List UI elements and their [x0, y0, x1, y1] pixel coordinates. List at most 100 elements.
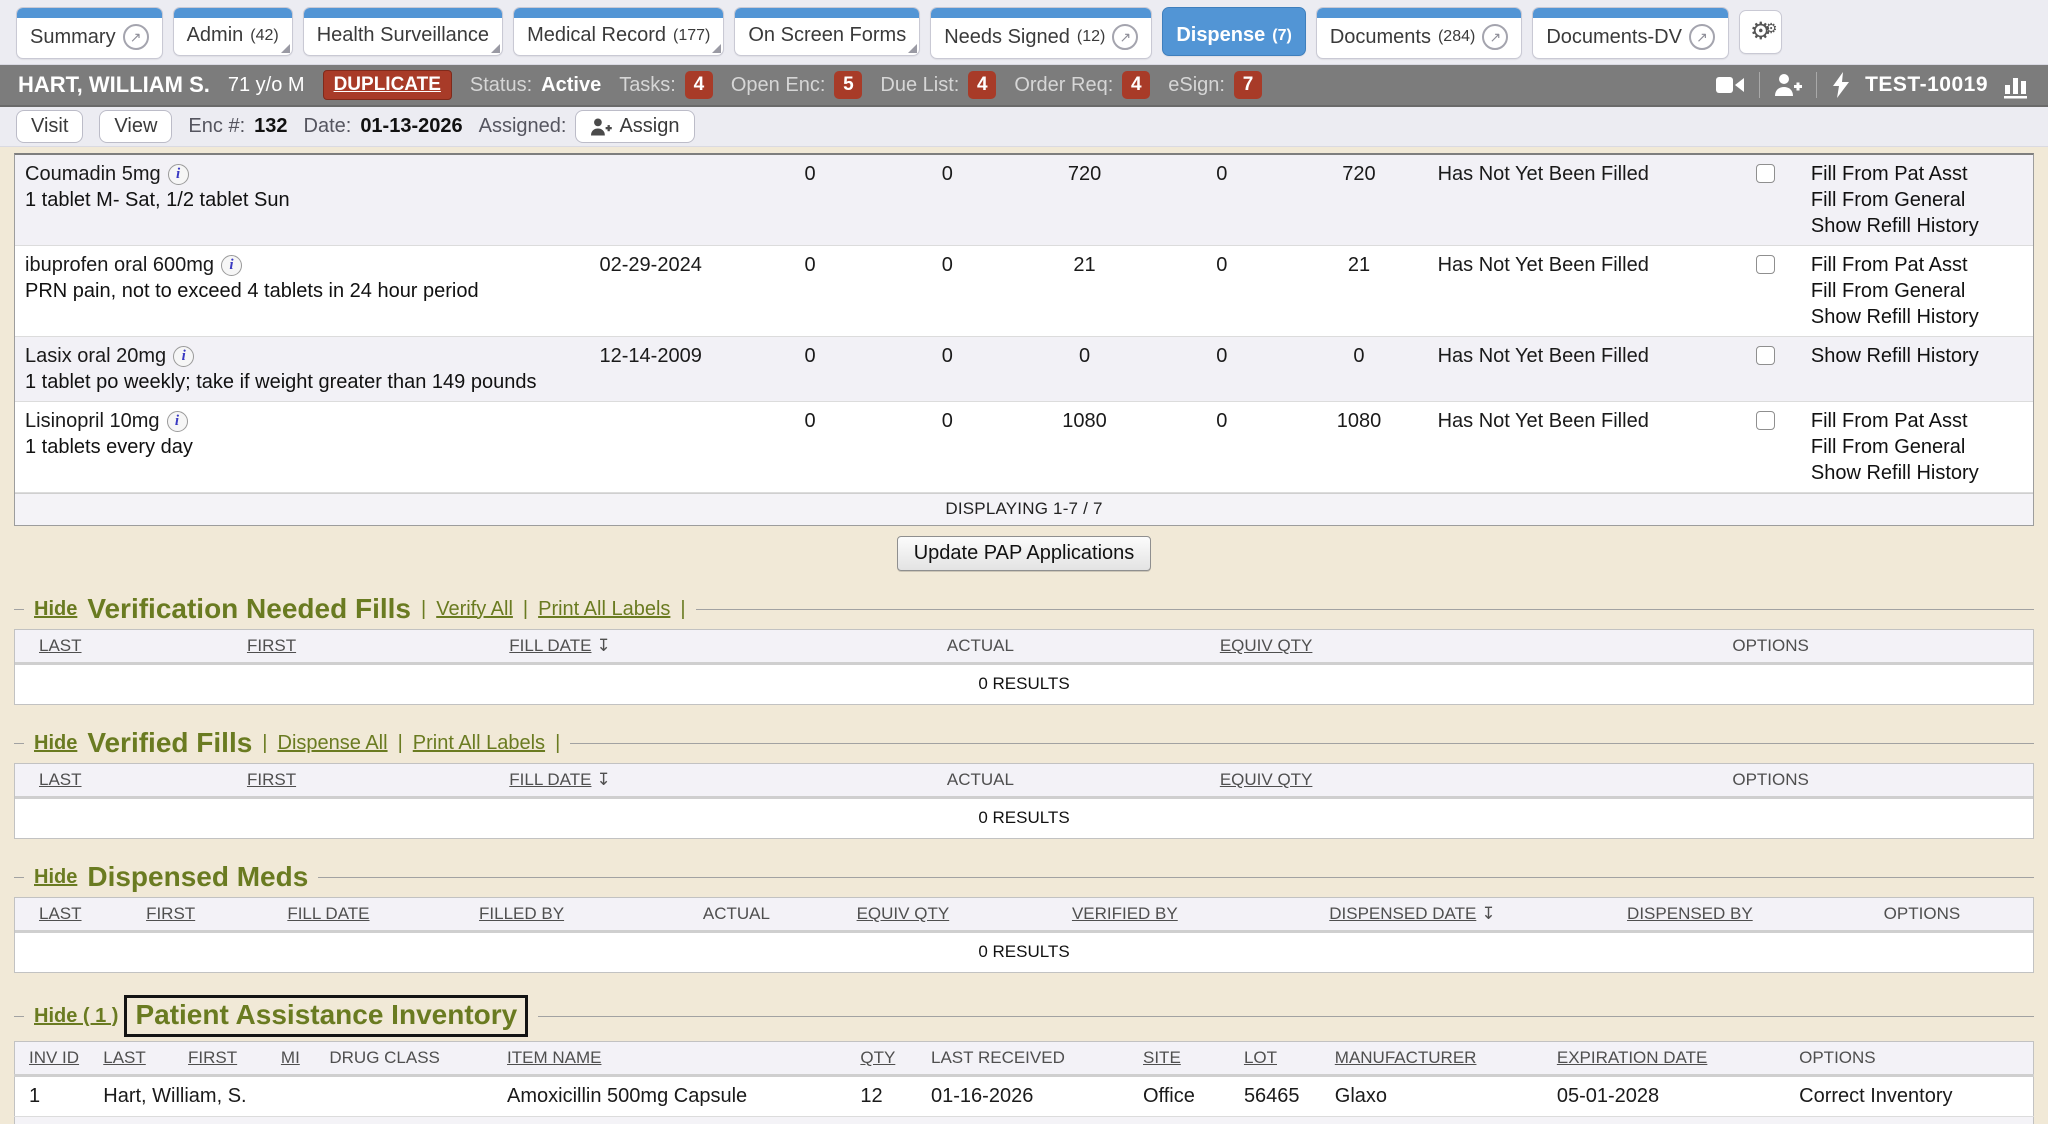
column-header-item-name[interactable]: ITEM NAME: [499, 1042, 852, 1076]
column-header-dispensed-date[interactable]: DISPENSED DATE↧: [1256, 904, 1569, 924]
external-link-icon[interactable]: ↗: [1112, 24, 1138, 50]
fill-from-pat-asst-link[interactable]: Fill From Pat Asst: [1811, 408, 2023, 434]
medications-panel: Coumadin 5mgi 1 tablet M- Sat, 1/2 table…: [14, 153, 2034, 526]
correct-inventory-link[interactable]: Correct Inventory: [1791, 1076, 2033, 1117]
column-header-inv-id[interactable]: INV ID: [15, 1042, 96, 1076]
show-refill-history-link[interactable]: Show Refill History: [1811, 213, 2023, 239]
tab-on-screen-forms[interactable]: On Screen Forms: [734, 7, 920, 56]
tab-count: (284): [1438, 28, 1475, 46]
column-header-fill-date[interactable]: FILL DATE↧: [499, 770, 822, 790]
external-link-icon[interactable]: ↗: [1482, 24, 1508, 50]
chart-icon[interactable]: [2002, 71, 2030, 99]
hide-patient-assistance-inventory-link[interactable]: Hide ( 1 ): [34, 1005, 118, 1028]
tab-health-surveillance[interactable]: Health Surveillance: [303, 7, 503, 56]
column-header-first[interactable]: FIRST: [237, 636, 499, 656]
column-header-dispensed-by[interactable]: DISPENSED BY: [1569, 904, 1811, 924]
column-header-mi[interactable]: MI: [273, 1042, 321, 1076]
fill-from-pat-asst-link[interactable]: Fill From Pat Asst: [1811, 252, 2023, 278]
hide-dispensed-meds-link[interactable]: Hide: [34, 866, 77, 889]
column-header-verified-by[interactable]: VERIFIED BY: [994, 904, 1256, 924]
tab-needs-signed[interactable]: Needs Signed (12) ↗: [930, 7, 1152, 59]
duplicate-badge[interactable]: DUPLICATE: [323, 70, 452, 100]
table-row: Lisinopril 10mgi 1 tablets every day 0 0…: [15, 402, 2033, 493]
fill-checkbox[interactable]: [1756, 164, 1775, 183]
view-button[interactable]: View: [99, 110, 172, 143]
show-refill-history-link[interactable]: Show Refill History: [1811, 343, 2023, 369]
hide-verified-fills-link[interactable]: Hide: [34, 732, 77, 755]
visit-button[interactable]: Visit: [16, 110, 83, 143]
esign-count-badge[interactable]: 7: [1234, 71, 1262, 99]
fill-from-general-link[interactable]: Fill From General: [1811, 187, 2023, 213]
fill-from-general-link[interactable]: Fill From General: [1811, 434, 2023, 460]
column-header-first[interactable]: FIRST: [136, 904, 277, 924]
fill-from-general-link[interactable]: Fill From General: [1811, 278, 2023, 304]
column-header-lot[interactable]: LOT: [1236, 1042, 1327, 1076]
show-refill-history-link[interactable]: Show Refill History: [1811, 460, 2023, 486]
tab-dispense[interactable]: Dispense (7): [1162, 7, 1306, 56]
print-all-labels-link[interactable]: Print All Labels: [538, 598, 670, 621]
enc-number-value: 132: [254, 115, 287, 138]
order-req-count-badge[interactable]: 4: [1122, 71, 1150, 99]
column-header-equiv-qty[interactable]: EQUIV QTY: [1024, 770, 1508, 790]
tab-medical-record[interactable]: Medical Record (177): [513, 7, 724, 56]
column-header-expiration-date[interactable]: EXPIRATION DATE: [1549, 1042, 1791, 1076]
video-call-icon[interactable]: [1715, 73, 1745, 97]
qty-cell: 0: [879, 337, 1016, 402]
show-refill-history-link[interactable]: Show Refill History: [1811, 304, 2023, 330]
qty-cell: 1080: [1290, 402, 1427, 493]
tab-documents-dv[interactable]: Documents-DV ↗: [1532, 7, 1729, 59]
column-header-fill-date[interactable]: FILL DATE: [277, 904, 469, 924]
column-header-last[interactable]: LAST: [95, 1042, 180, 1076]
open-enc-count-badge[interactable]: 5: [834, 71, 862, 99]
assign-button[interactable]: Assign: [575, 110, 694, 143]
patient-id: TEST-10019: [1865, 73, 1988, 97]
column-header-last[interactable]: LAST: [15, 770, 237, 790]
tab-bar: Summary ↗ Admin (42) Health Surveillance…: [0, 0, 2048, 65]
add-person-icon[interactable]: [1774, 72, 1802, 98]
fill-checkbox[interactable]: [1756, 411, 1775, 430]
tab-settings-gear-button[interactable]: ⚙⚙: [1739, 10, 1783, 54]
column-header-fill-date[interactable]: FILL DATE↧: [499, 636, 822, 656]
tab-label: Dispense: [1176, 24, 1265, 47]
tasks-count-badge[interactable]: 4: [685, 71, 713, 99]
column-header-equiv-qty[interactable]: EQUIV QTY: [1024, 636, 1508, 656]
fill-checkbox[interactable]: [1756, 255, 1775, 274]
column-header-filled-by[interactable]: FILLED BY: [469, 904, 661, 924]
column-header-qty[interactable]: QTY: [852, 1042, 923, 1076]
column-header-site[interactable]: SITE: [1135, 1042, 1236, 1076]
fill-checkbox[interactable]: [1756, 346, 1775, 365]
med-sig: 1 tablets every day: [25, 434, 550, 460]
enc-date-label: Date:: [304, 115, 352, 138]
column-header-last[interactable]: LAST: [15, 636, 237, 656]
column-header-first[interactable]: FIRST: [180, 1042, 273, 1076]
column-header-equiv-qty[interactable]: EQUIV QTY: [812, 904, 994, 924]
verify-all-link[interactable]: Verify All: [436, 598, 513, 621]
order-req-label: Order Req:: [1014, 74, 1113, 97]
column-header-first[interactable]: FIRST: [237, 770, 499, 790]
column-header-manufacturer[interactable]: MANUFACTURER: [1327, 1042, 1549, 1076]
fill-date-cell: 12-14-2009: [560, 337, 742, 402]
separator: |: [523, 598, 528, 621]
info-icon[interactable]: i: [221, 255, 242, 276]
tab-count: (42): [250, 27, 278, 45]
hide-verification-fills-link[interactable]: Hide: [34, 598, 77, 621]
status-label: Status:: [470, 74, 532, 97]
tab-admin[interactable]: Admin (42): [173, 7, 293, 56]
dispense-all-link[interactable]: Dispense All: [278, 732, 388, 755]
update-pap-applications-button[interactable]: Update PAP Applications: [897, 536, 1152, 571]
print-all-labels-link[interactable]: Print All Labels: [413, 732, 545, 755]
tab-label: Needs Signed: [944, 26, 1070, 49]
add-person-icon: [590, 117, 612, 137]
info-icon[interactable]: i: [173, 346, 194, 367]
external-link-icon[interactable]: ↗: [123, 24, 149, 50]
tab-documents[interactable]: Documents (284) ↗: [1316, 7, 1523, 59]
column-header-last[interactable]: LAST: [15, 904, 136, 924]
info-icon[interactable]: i: [168, 164, 189, 185]
results-count: 0 RESULTS: [15, 799, 2033, 838]
tab-summary[interactable]: Summary ↗: [16, 7, 163, 59]
lightning-icon[interactable]: [1831, 71, 1851, 99]
external-link-icon[interactable]: ↗: [1689, 24, 1715, 50]
due-list-count-badge[interactable]: 4: [968, 71, 996, 99]
fill-from-pat-asst-link[interactable]: Fill From Pat Asst: [1811, 161, 2023, 187]
info-icon[interactable]: i: [167, 411, 188, 432]
